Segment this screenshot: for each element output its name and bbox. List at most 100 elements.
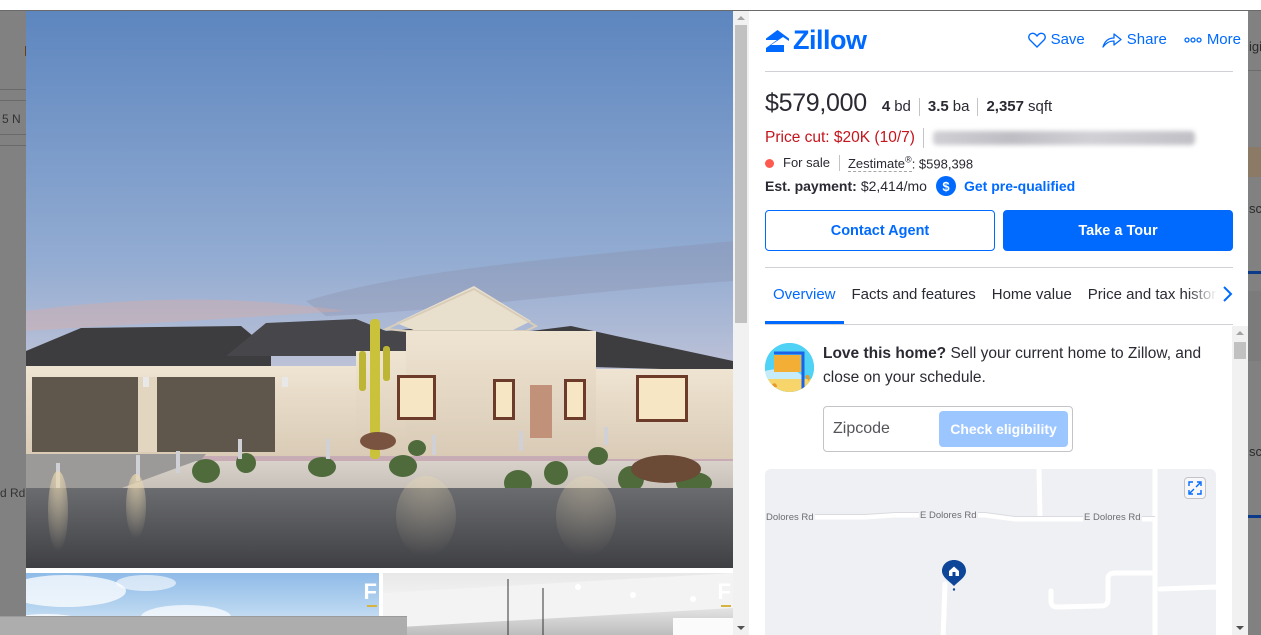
builder-logo-mark: F xyxy=(363,579,377,604)
listing-details-panel: Zillow Save Share More $579,000 4 bd 3.5… xyxy=(749,11,1248,635)
baths-unit: ba xyxy=(952,98,970,115)
get-prequalified-link[interactable]: Get pre-qualified xyxy=(964,178,1075,194)
header-actions: Save Share More xyxy=(1027,31,1241,48)
background-text: d Rd xyxy=(0,486,26,500)
background-thumbnail xyxy=(1248,291,1261,361)
main-listing-photo[interactable] xyxy=(26,11,733,568)
beds-fact: 4 bd xyxy=(882,98,919,116)
tabs-next-button[interactable] xyxy=(1221,285,1233,308)
zipcode-input[interactable] xyxy=(825,408,935,450)
listing-status: For sale xyxy=(783,155,840,172)
heart-icon xyxy=(1027,32,1046,48)
background-bottom-strip xyxy=(0,616,407,635)
expand-icon xyxy=(1188,481,1202,495)
panel-header: Zillow Save Share More xyxy=(765,25,1241,72)
beds-value: 4 xyxy=(881,98,891,115)
est-payment-label: Est. payment: xyxy=(765,178,857,194)
zestimate[interactable]: Zestimate®: $598,398 xyxy=(847,155,974,173)
scroll-down-arrow-icon[interactable] xyxy=(1236,626,1244,630)
more-dots-icon xyxy=(1184,36,1202,43)
builder-logo-accent xyxy=(721,605,731,607)
zestimate-label: Zestimate xyxy=(847,156,906,172)
tab-home-value[interactable]: Home value xyxy=(984,283,1080,324)
builder-logo-mark: F xyxy=(717,579,731,604)
save-button[interactable]: Save xyxy=(1027,31,1085,48)
tab-facts-and-features[interactable]: Facts and features xyxy=(844,283,984,324)
house-exterior-image xyxy=(26,11,733,568)
scroll-up-arrow-icon[interactable] xyxy=(737,16,745,20)
beds-unit: bd xyxy=(894,98,911,115)
sqft-fact: 2,357 sqft xyxy=(977,98,1060,116)
sqft-unit: sqft xyxy=(1028,98,1053,115)
builder-logo-accent xyxy=(367,605,377,607)
background-divider xyxy=(0,89,26,90)
road-label: E Dolores Rd xyxy=(919,510,978,521)
gallery-thumbnail[interactable]: F xyxy=(383,573,733,635)
expand-map-button[interactable] xyxy=(1184,477,1206,499)
location-map[interactable]: Dolores Rd E Dolores Rd E Dolores Rd xyxy=(765,469,1216,635)
house-pin-icon xyxy=(942,560,966,591)
background-divider xyxy=(0,145,26,146)
more-label: More xyxy=(1206,31,1241,48)
panel-scrollbar[interactable] xyxy=(1232,326,1248,635)
background-text: igi xyxy=(1249,39,1261,54)
photo-gallery[interactable]: F F xyxy=(26,11,733,635)
zestimate-value: : $598,398 xyxy=(911,156,974,172)
sell-home-illustration-icon xyxy=(765,343,814,392)
background-divider xyxy=(0,134,26,135)
share-label: Share xyxy=(1126,31,1167,48)
scrollbar-thumb[interactable] xyxy=(1234,342,1246,359)
interior-kitchen-image xyxy=(383,573,733,635)
scroll-down-arrow-icon[interactable] xyxy=(737,626,745,630)
check-eligibility-button[interactable]: Check eligibility xyxy=(939,411,1068,447)
background-divider xyxy=(0,100,26,101)
est-payment-value: $2,414/mo xyxy=(860,178,927,194)
share-button[interactable]: Share xyxy=(1102,31,1167,48)
background-accent-bar xyxy=(1248,515,1261,518)
price-cut-row: Price cut: $20K (10/7) xyxy=(765,128,1195,148)
estimated-payment-row: Est. payment: $2,414/mo $ Get pre-qualif… xyxy=(765,176,1075,196)
home-facts: 4 bd 3.5 ba 2,357 sqft xyxy=(882,98,1060,116)
address-blurred xyxy=(932,131,1195,145)
zillow-logo[interactable]: Zillow xyxy=(765,25,867,56)
tabs-fade xyxy=(1187,283,1217,309)
browser-top-strip xyxy=(0,0,1261,11)
background-accent-bar xyxy=(1248,271,1261,274)
promo-text: Love this home? Sell your current home t… xyxy=(823,342,1213,390)
more-button[interactable]: More xyxy=(1184,31,1241,48)
map-roads xyxy=(765,469,1216,635)
road-label: E Dolores Rd xyxy=(1083,512,1142,523)
section-tabs: Overview Facts and features Home value P… xyxy=(765,283,1233,325)
sqft-value: 2,357 xyxy=(986,98,1024,115)
home-location-pin[interactable] xyxy=(941,559,967,596)
dollar-icon: $ xyxy=(935,176,956,196)
price-cut-text: Price cut: $20K (10/7) xyxy=(765,128,924,148)
tab-overview[interactable]: Overview xyxy=(765,283,844,324)
road-label: Dolores Rd xyxy=(765,512,815,523)
background-divider xyxy=(1248,70,1261,71)
background-thumbnail xyxy=(1248,147,1261,177)
background-text: sc xyxy=(1249,444,1261,459)
share-icon xyxy=(1102,32,1122,48)
scrollbar-thumb[interactable] xyxy=(735,25,747,323)
baths-fact: 3.5 ba xyxy=(918,98,978,116)
promo-heading: Love this home? xyxy=(823,345,947,362)
gallery-scrollbar[interactable] xyxy=(733,11,749,635)
divider xyxy=(765,267,1233,268)
contact-agent-button[interactable]: Contact Agent xyxy=(765,210,995,251)
save-label: Save xyxy=(1050,31,1085,48)
zipcode-form: Check eligibility xyxy=(823,406,1073,452)
registered-mark: ® xyxy=(905,155,912,165)
chevron-right-icon xyxy=(1223,286,1233,302)
take-a-tour-button[interactable]: Take a Tour xyxy=(1003,210,1233,251)
price-summary: $579,000 4 bd 3.5 ba 2,357 sqft xyxy=(765,89,1060,118)
listing-price: $579,000 xyxy=(765,89,867,117)
status-row: For sale Zestimate®: $598,398 xyxy=(765,155,974,173)
background-text: sc xyxy=(1249,201,1261,216)
baths-value: 3.5 xyxy=(927,98,949,115)
status-dot-icon xyxy=(765,158,774,168)
scroll-up-arrow-icon[interactable] xyxy=(1236,331,1244,335)
brand-name: Zillow xyxy=(793,25,867,55)
zillow-house-icon xyxy=(766,29,789,52)
background-page-right: igi sc sc xyxy=(1248,11,1261,635)
